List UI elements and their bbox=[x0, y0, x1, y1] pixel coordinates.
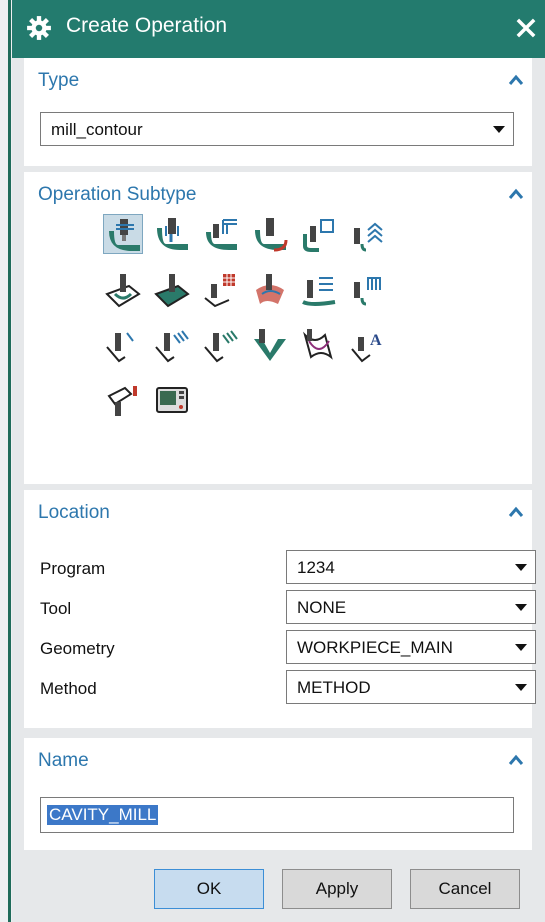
tool-value: NONE bbox=[297, 598, 347, 617]
chevron-up-icon[interactable] bbox=[508, 74, 524, 86]
apply-button[interactable]: Apply bbox=[282, 869, 392, 909]
chevron-down-icon bbox=[515, 564, 527, 571]
profile-3d-icon[interactable] bbox=[299, 325, 339, 365]
gear-icon bbox=[27, 16, 51, 40]
zlevel-profile-icon[interactable] bbox=[299, 214, 339, 254]
chevron-up-icon[interactable] bbox=[508, 754, 524, 766]
plunge-mill-icon[interactable] bbox=[152, 214, 192, 254]
program-value: 1234 bbox=[297, 558, 335, 577]
name-input-value: CAVITY_MILL bbox=[47, 805, 159, 825]
contour-text-icon[interactable]: A bbox=[348, 325, 388, 365]
method-label: Method bbox=[40, 679, 97, 698]
create-operation-dialog: Create Operation Type mill_contour Opera… bbox=[12, 0, 545, 922]
program-dropdown[interactable]: 1234 bbox=[286, 550, 536, 584]
chevron-down-icon bbox=[493, 126, 505, 133]
chevron-down-icon bbox=[515, 604, 527, 611]
svg-text:A: A bbox=[370, 332, 382, 349]
corner-rough-icon[interactable] bbox=[201, 214, 241, 254]
left-window-edge bbox=[0, 0, 12, 922]
mill-control-icon[interactable] bbox=[152, 380, 192, 420]
operation-subtype-section: Operation Subtype A bbox=[24, 172, 532, 484]
type-dropdown[interactable]: mill_contour bbox=[40, 112, 514, 146]
chevron-down-icon bbox=[515, 684, 527, 691]
contour-area-icon[interactable] bbox=[152, 270, 192, 310]
title-bar: Create Operation bbox=[12, 0, 545, 58]
name-section: Name CAVITY_MILL bbox=[24, 738, 532, 850]
zlevel-corner-icon[interactable] bbox=[348, 214, 388, 254]
tool-dropdown[interactable]: NONE bbox=[286, 590, 536, 624]
type-dropdown-value: mill_contour bbox=[51, 120, 143, 139]
solid-profile-3d-icon[interactable] bbox=[250, 325, 290, 365]
chevron-up-icon[interactable] bbox=[508, 188, 524, 200]
streamline-icon[interactable] bbox=[250, 270, 290, 310]
contour-surface-area-icon[interactable] bbox=[201, 270, 241, 310]
type-header: Type bbox=[38, 70, 80, 91]
method-value: METHOD bbox=[297, 678, 371, 697]
tool-label: Tool bbox=[40, 599, 72, 618]
name-header: Name bbox=[38, 750, 89, 771]
flowcut-ref-tool-icon[interactable] bbox=[201, 325, 241, 365]
flowcut-multiple-icon[interactable] bbox=[152, 325, 192, 365]
contour-area-dir-steep-icon[interactable] bbox=[348, 270, 388, 310]
geometry-label: Geometry bbox=[40, 639, 115, 658]
flowcut-single-icon[interactable] bbox=[103, 325, 143, 365]
name-input[interactable]: CAVITY_MILL bbox=[40, 797, 514, 833]
geometry-dropdown[interactable]: WORKPIECE_MAIN bbox=[286, 630, 536, 664]
contour-area-non-steep-icon[interactable] bbox=[299, 270, 339, 310]
fixed-contour-icon[interactable] bbox=[103, 270, 143, 310]
geometry-value: WORKPIECE_MAIN bbox=[297, 638, 453, 657]
type-section: Type mill_contour bbox=[24, 58, 532, 166]
rest-mill-icon[interactable] bbox=[250, 214, 290, 254]
chevron-down-icon bbox=[515, 644, 527, 651]
close-icon[interactable] bbox=[512, 14, 540, 42]
location-header: Location bbox=[38, 502, 110, 523]
subtype-header: Operation Subtype bbox=[38, 184, 197, 205]
cancel-button[interactable]: Cancel bbox=[410, 869, 520, 909]
chevron-up-icon[interactable] bbox=[508, 506, 524, 518]
program-label: Program bbox=[40, 559, 106, 578]
cavity-mill-icon[interactable] bbox=[103, 214, 143, 254]
mill-user-icon[interactable] bbox=[103, 380, 143, 420]
dialog-title: Create Operation bbox=[66, 14, 228, 37]
ok-button[interactable]: OK bbox=[154, 869, 264, 909]
method-dropdown[interactable]: METHOD bbox=[286, 670, 536, 704]
location-section: Location Program 1234 Tool NONE Geometry… bbox=[24, 490, 536, 728]
